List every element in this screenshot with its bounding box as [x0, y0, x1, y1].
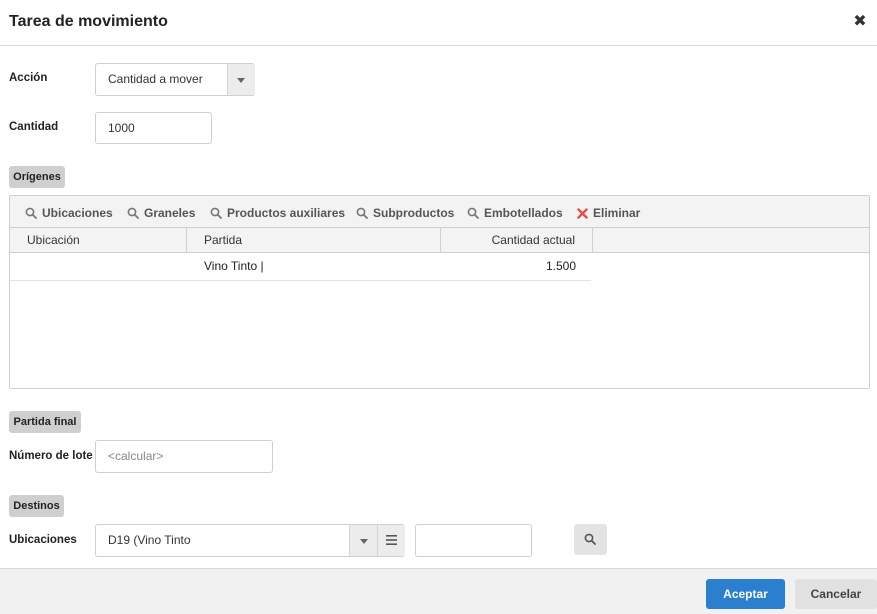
- search-icon: [25, 207, 37, 219]
- accept-button[interactable]: Aceptar: [706, 579, 785, 609]
- toolbar-productos-auxiliares-button[interactable]: Productos auxiliares: [210, 206, 345, 220]
- dialog-footer: Aceptar Cancelar: [0, 568, 877, 614]
- toolbar-graneles-label: Graneles: [144, 206, 196, 220]
- toolbar-ubicaciones-label: Ubicaciones: [42, 206, 113, 220]
- origenes-panel: Ubicaciones Graneles Productos auxiliare…: [9, 195, 870, 389]
- cantidad-input-value: 1000: [108, 121, 135, 135]
- toolbar-subproductos-button[interactable]: Subproductos: [356, 206, 454, 220]
- column-header-partida[interactable]: Partida: [187, 228, 441, 252]
- origenes-grid-body: Vino Tinto | 1.500: [10, 253, 869, 388]
- search-button[interactable]: [574, 524, 607, 555]
- toolbar-eliminar-label: Eliminar: [593, 206, 641, 220]
- search-icon: [127, 207, 139, 219]
- accion-dropdown-toggle[interactable]: [227, 64, 255, 95]
- destinos-section-label: Destinos: [9, 495, 64, 517]
- search-icon: [356, 207, 368, 219]
- search-icon: [210, 207, 222, 219]
- origenes-grid-header: Ubicación Partida Cantidad actual: [10, 227, 869, 253]
- column-header-ubicacion[interactable]: Ubicación: [10, 228, 187, 252]
- ubicaciones-list-button[interactable]: [377, 525, 405, 556]
- chevron-down-icon: [237, 78, 245, 83]
- search-icon: [584, 533, 596, 545]
- cantidad-input[interactable]: 1000: [95, 112, 212, 144]
- numero-lote-label: Número de lote: [9, 450, 93, 462]
- ubicaciones-select-value: D19 (Vino Tinto: [108, 533, 191, 547]
- cell-ubicacion: [27, 253, 187, 280]
- ubicaciones-extra-input[interactable]: [415, 524, 532, 557]
- toolbar-embotellados-button[interactable]: Embotellados: [467, 206, 563, 220]
- search-icon: [467, 207, 479, 219]
- toolbar-embotellados-label: Embotellados: [484, 206, 563, 220]
- toolbar-graneles-button[interactable]: Graneles: [127, 206, 195, 220]
- ubicaciones-label: Ubicaciones: [9, 534, 77, 546]
- numero-lote-placeholder: <calcular>: [108, 449, 164, 463]
- toolbar-ubicaciones-button[interactable]: Ubicaciones: [25, 206, 113, 220]
- column-header-cantidad-actual[interactable]: Cantidad actual: [441, 228, 593, 252]
- delete-x-icon: [577, 208, 588, 219]
- cancel-button[interactable]: Cancelar: [795, 579, 877, 609]
- ubicaciones-select[interactable]: D19 (Vino Tinto: [95, 524, 405, 557]
- ubicaciones-dropdown-toggle[interactable]: [349, 525, 378, 556]
- cell-cantidad-actual: 1.500: [545, 259, 576, 273]
- accion-select-value: Cantidad a mover: [108, 72, 203, 86]
- toolbar-subproductos-label: Subproductos: [373, 206, 455, 220]
- close-icon[interactable]: ✖: [851, 12, 869, 32]
- toolbar-eliminar-button[interactable]: Eliminar: [577, 206, 640, 220]
- accion-select[interactable]: Cantidad a mover: [95, 63, 255, 96]
- origenes-section-label: Orígenes: [9, 166, 65, 188]
- accion-label: Acción: [9, 72, 48, 84]
- partida-final-section-label: Partida final: [9, 411, 81, 433]
- table-row[interactable]: Vino Tinto | 1.500: [10, 253, 591, 281]
- toolbar-productos-auxiliares-label: Productos auxiliares: [227, 206, 346, 220]
- cantidad-label: Cantidad: [9, 121, 59, 133]
- chevron-down-icon: [360, 539, 368, 544]
- dialog-title: Tarea de movimiento: [9, 13, 168, 30]
- numero-lote-input[interactable]: <calcular>: [95, 440, 273, 473]
- menu-lines-icon: [386, 535, 397, 545]
- cell-partida: Vino Tinto |: [204, 259, 264, 273]
- dialog-header: Tarea de movimiento ✖: [0, 0, 877, 46]
